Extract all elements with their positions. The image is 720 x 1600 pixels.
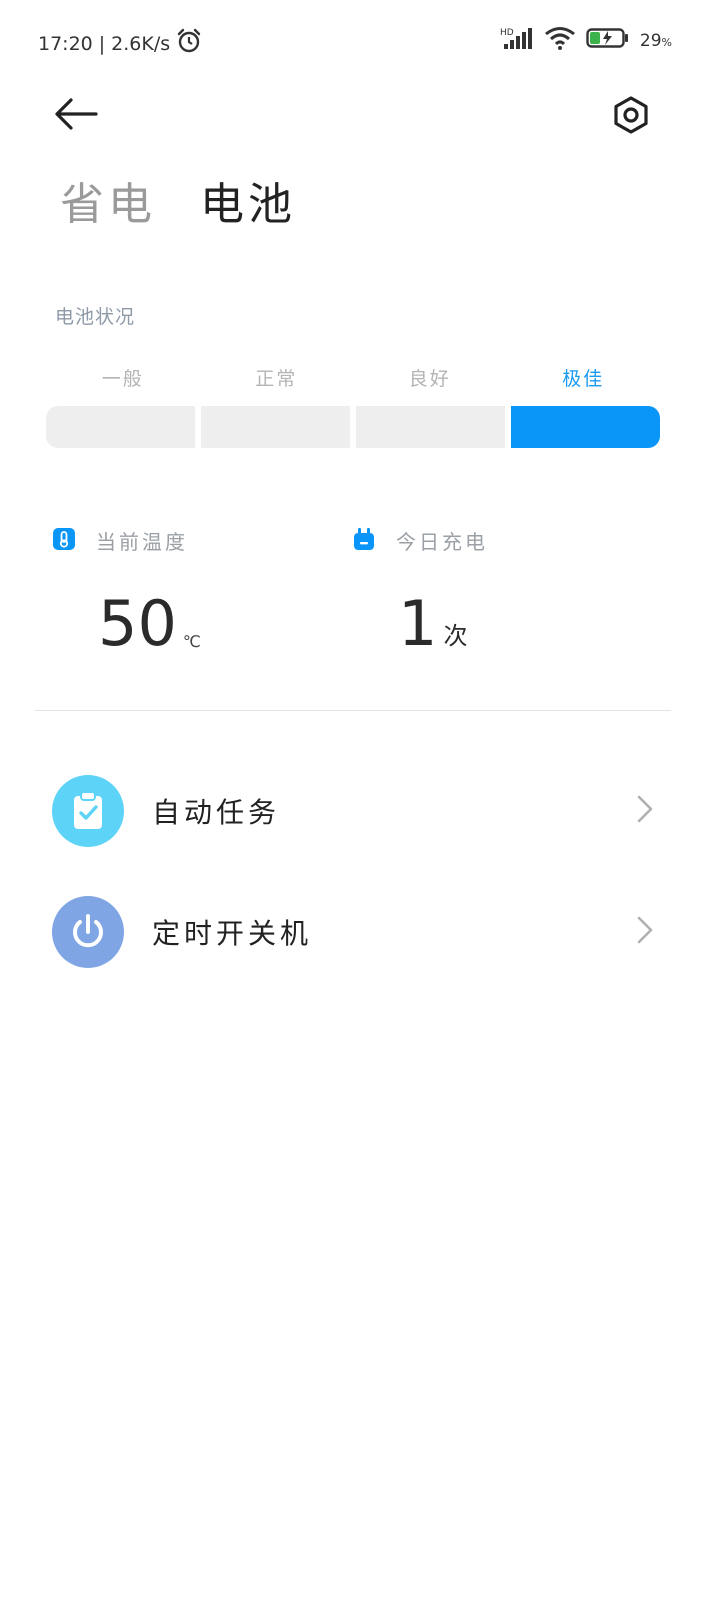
status-time: 17:20 [38, 32, 93, 55]
menu-item-auto-tasks[interactable]: 自动任务 [0, 756, 720, 866]
top-tabs: 省电 电池 [60, 168, 296, 232]
battery-condition-title: 电池状况 [55, 306, 136, 328]
menu-item-scheduled-power[interactable]: 定时开关机 [0, 877, 720, 987]
level-label-normal: 正常 [255, 368, 298, 390]
alarm-icon [176, 28, 202, 59]
temperature-label: 当前温度 [96, 530, 188, 554]
hd-tag: HD [500, 28, 514, 38]
level-label-fair: 一般 [101, 368, 144, 390]
chevron-right-icon [636, 794, 654, 828]
temperature-value: 50 [98, 587, 177, 660]
auto-tasks-label: 自动任务 [152, 796, 281, 829]
signal-icon: HD [500, 26, 534, 55]
level-segment-normal [201, 406, 350, 448]
battery-level-bar [46, 406, 660, 448]
chevron-right-icon [636, 915, 654, 949]
network-speed: 2.6K/s [111, 32, 171, 55]
scheduled-power-label: 定时开关机 [152, 917, 313, 950]
tab-battery[interactable]: 电池 [200, 168, 296, 232]
level-segment-good [356, 406, 505, 448]
temperature-unit: ℃ [182, 632, 201, 651]
level-label-good: 良好 [408, 368, 451, 390]
clipboard-check-icon [52, 775, 124, 847]
battery-icon [586, 27, 630, 54]
thermometer-icon [52, 527, 76, 555]
status-bar-right: HD 29% [500, 26, 672, 55]
charge-count-unit: 次 [443, 622, 468, 650]
power-icon [52, 896, 124, 968]
status-bar-left: 17:20 | 2.6K/s [38, 28, 202, 59]
divider [35, 710, 671, 711]
charge-count-label: 今日充电 [396, 530, 488, 554]
charge-count-stat: 今日充电 1 次 [352, 526, 652, 655]
level-segment-excellent [511, 406, 660, 448]
battery-percent: 29% [639, 30, 672, 51]
temperature-stat: 当前温度 50 ℃ [52, 526, 352, 655]
level-label-excellent: 极佳 [562, 368, 605, 390]
battery-level-labels: 一般 正常 良好 极佳 [46, 364, 660, 391]
level-segment-fair [46, 406, 195, 448]
back-arrow-icon [54, 97, 98, 135]
status-separator: | [98, 32, 106, 55]
settings-button[interactable] [606, 92, 656, 142]
wifi-icon [544, 26, 576, 55]
tab-power-saving[interactable]: 省电 [60, 168, 156, 232]
charge-count-value: 1 [398, 587, 438, 660]
plug-icon [352, 527, 376, 555]
gear-icon [611, 95, 651, 139]
back-button[interactable] [50, 92, 102, 140]
